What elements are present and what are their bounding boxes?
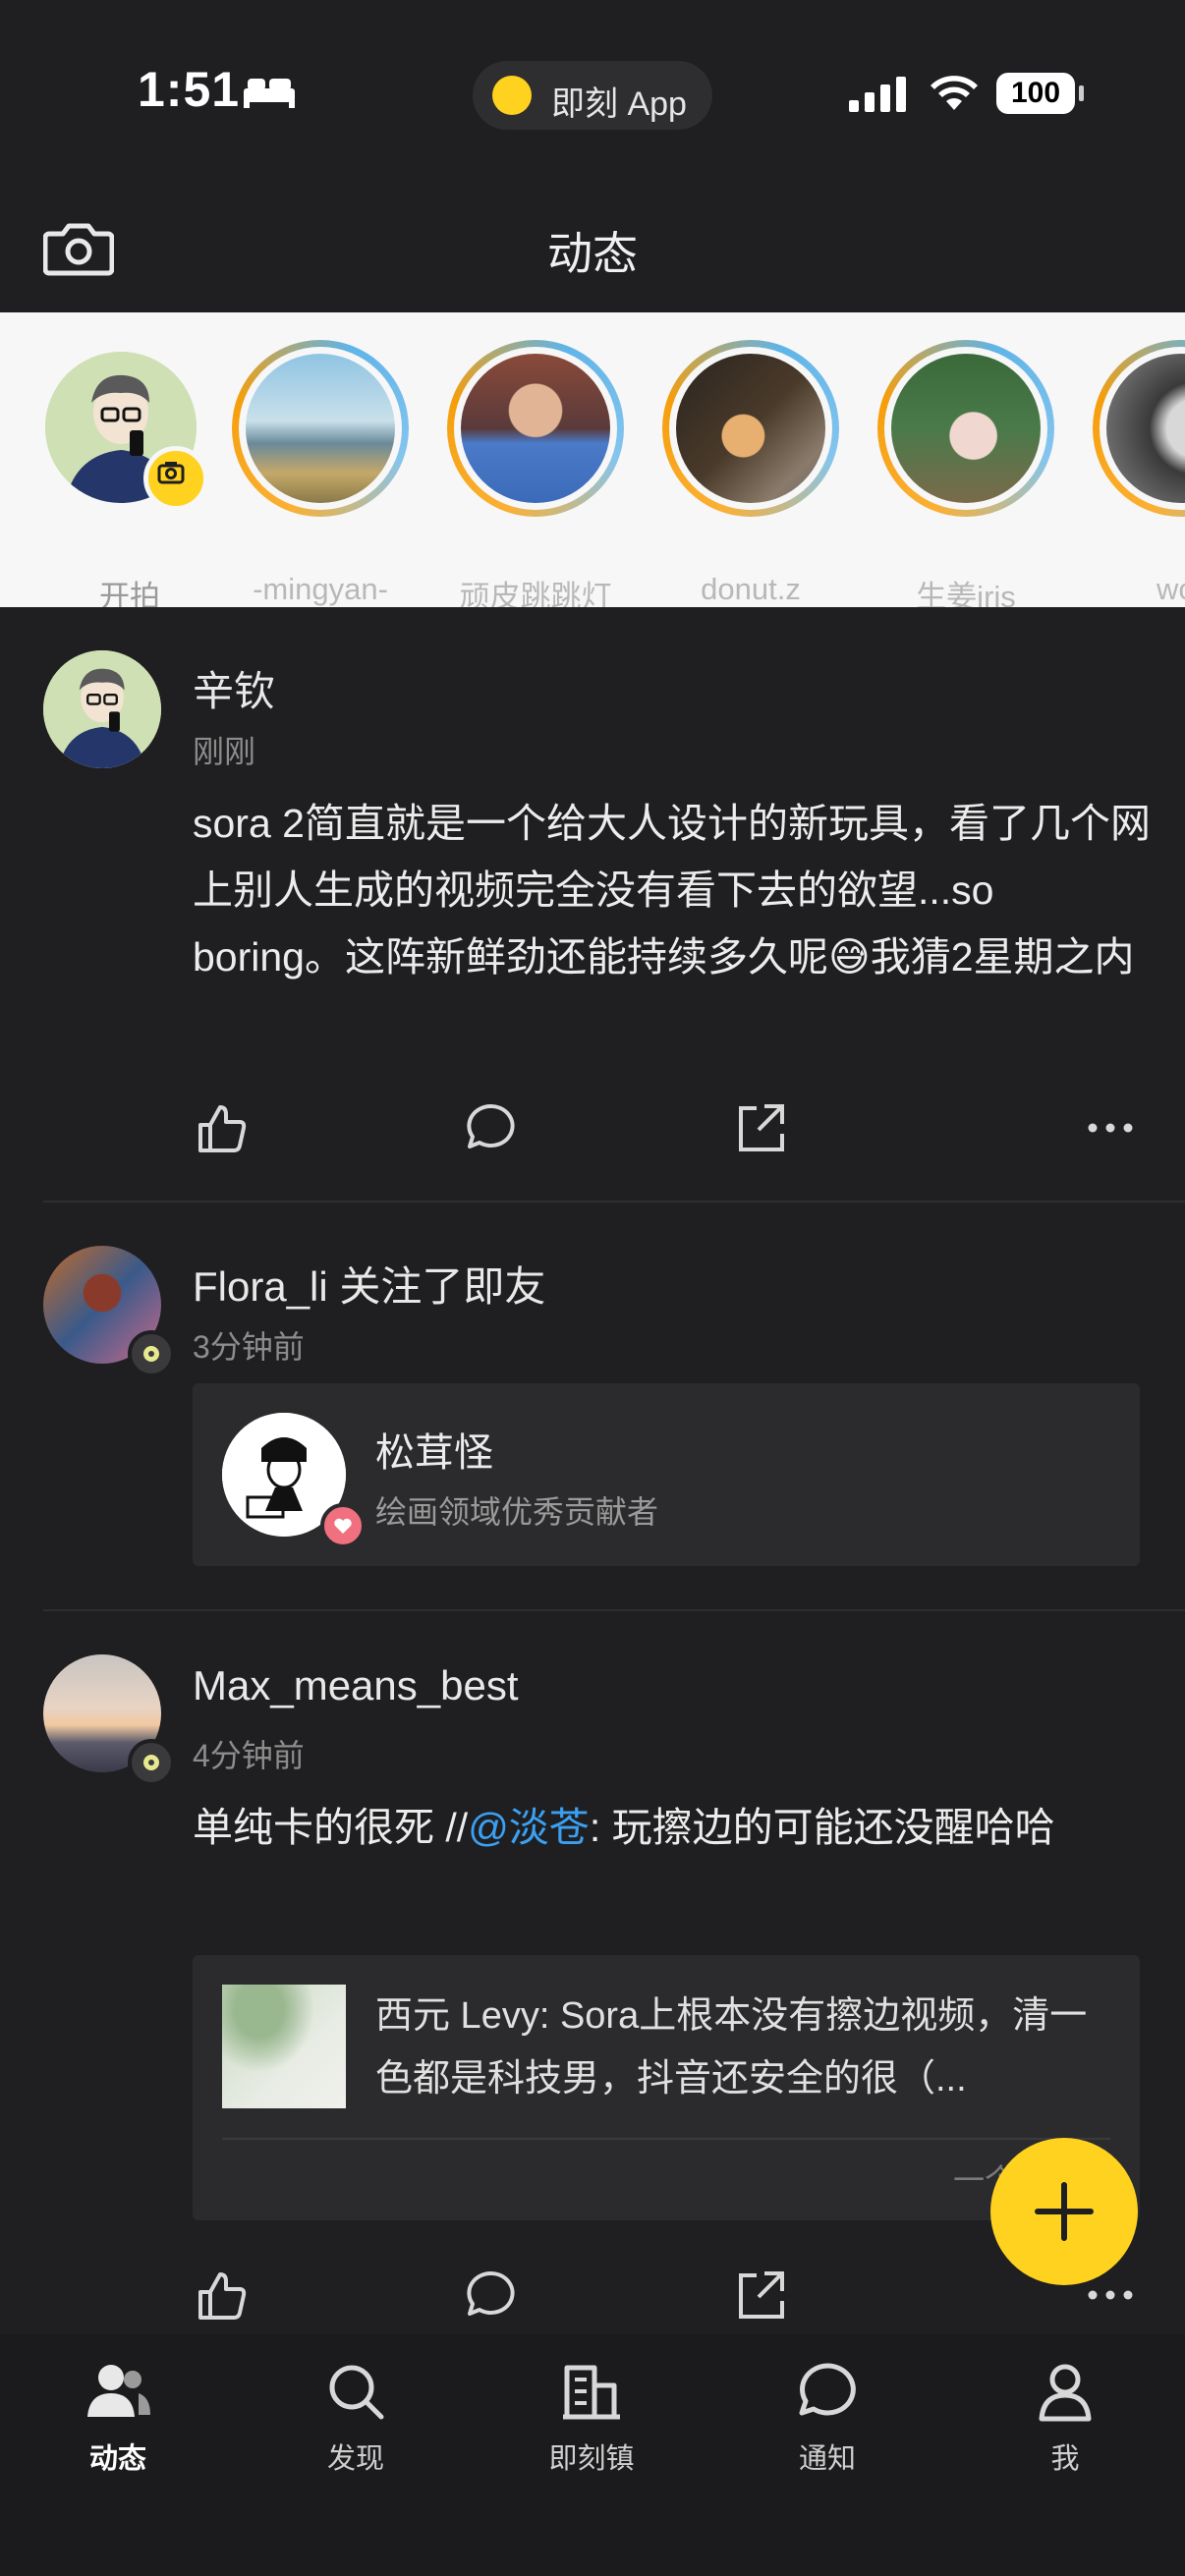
bottom-tab-bar: 动态 发现 即刻镇 通知 我 [0, 2334, 1185, 2576]
battery-level: 100 [1010, 77, 1061, 109]
story-name: 顽皮跳跳灯 [459, 580, 612, 607]
story-name: 生姜iris [916, 580, 1016, 607]
story-avatar [461, 354, 610, 503]
wifi-icon [931, 76, 978, 110]
card-divider [222, 2138, 1110, 2140]
people-icon [87, 2365, 150, 2417]
post-text: 单纯卡的很死 //@淡苍: 玩擦边的可能还没醒哈哈 [193, 1794, 1156, 1861]
story-name: donut.z [701, 572, 801, 606]
story-item[interactable]: 生姜iris [877, 340, 1054, 607]
story-item[interactable]: donut.z [662, 340, 839, 606]
followed-user-name: 松茸怪 [375, 1431, 493, 1475]
flower-badge-icon [128, 1330, 175, 1377]
story-avatar [891, 354, 1041, 503]
flower-badge-icon [128, 1739, 175, 1786]
like-icon[interactable] [193, 1098, 252, 1157]
story-name: -mingyan- [253, 572, 388, 606]
building-icon [563, 2365, 620, 2420]
mention-link[interactable]: @淡苍 [468, 1805, 590, 1850]
page-title: 动态 [547, 228, 638, 279]
post-actions [193, 1098, 1136, 1157]
stories-bar: 开拍 -mingyan- 顽皮跳跳灯 donut.z 生姜iris wor [0, 312, 1185, 607]
story-avatar [1106, 354, 1185, 503]
repost-text: 西元 Levy: Sora上根本没有擦边视频，清一色都是科技男，抖音还安全的很（… [375, 1995, 1088, 2100]
comment-icon[interactable] [462, 1098, 521, 1157]
tab-label: 即刻镇 [548, 2443, 635, 2475]
followed-user-desc: 绘画领域优秀贡献者 [375, 1494, 659, 1530]
like-icon[interactable] [193, 2266, 252, 2324]
status-time: 1:51 [138, 62, 241, 117]
divider [43, 1201, 1185, 1203]
app-logo-icon [492, 76, 532, 115]
plus-icon [1035, 2182, 1094, 2241]
post-text: sora 2简直就是一个给大人设计的新玩具，看了几个网上别人生成的视频完全没有看… [193, 801, 1151, 980]
story-avatar [676, 354, 825, 503]
tab-town[interactable]: 即刻镇 [493, 2360, 690, 2477]
cellular-signal-icon [849, 77, 906, 112]
app-indicator-pill[interactable]: 即刻 App [473, 61, 712, 130]
story-name: 开拍 [99, 580, 160, 607]
chat-bubble-icon [799, 2363, 856, 2416]
post-time: 刚刚 [193, 734, 256, 769]
followed-user-card[interactable]: 松茸怪 绘画领域优秀贡献者 [193, 1383, 1140, 1566]
tab-label: 动态 [88, 2443, 146, 2475]
tab-label: 通知 [798, 2443, 856, 2475]
post-text-suffix: : 玩擦边的可能还没醒哈哈 [589, 1805, 1055, 1850]
post-author[interactable]: 辛钦 [193, 658, 275, 718]
story-item[interactable]: -mingyan- [232, 340, 409, 606]
tab-label: 发现 [326, 2443, 384, 2475]
post-author[interactable]: Flora_li 关注了即友 [193, 1254, 545, 1314]
divider [43, 1609, 1185, 1611]
camera-badge-icon [143, 446, 208, 511]
story-item[interactable]: 顽皮跳跳灯 [447, 340, 624, 607]
battery-icon: 100 [996, 73, 1084, 114]
post-time: 4分钟前 [193, 1738, 305, 1773]
heart-badge-icon [320, 1503, 366, 1548]
status-bar: 1:51 即刻 App 100 [0, 0, 1185, 187]
person-icon [1039, 2364, 1092, 2422]
story-avatar [246, 354, 395, 503]
tab-discover[interactable]: 发现 [257, 2360, 454, 2477]
tab-feed[interactable]: 动态 [20, 2360, 216, 2477]
tab-me[interactable]: 我 [967, 2360, 1163, 2477]
search-icon [329, 2365, 384, 2420]
post-text-prefix: 单纯卡的很死 // [193, 1805, 469, 1850]
post-author[interactable]: Max_means_best [193, 1662, 519, 1709]
new-post-button[interactable] [990, 2138, 1138, 2285]
share-icon[interactable] [731, 1098, 790, 1157]
repost-thumbnail [222, 1985, 346, 2108]
story-name: wor [1157, 572, 1185, 606]
post-time: 3分钟前 [193, 1329, 305, 1365]
tab-label: 我 [1050, 2443, 1080, 2475]
story-item[interactable]: wor [1093, 340, 1185, 606]
more-icon[interactable] [1081, 1098, 1140, 1157]
story-self[interactable]: 开拍 [41, 340, 218, 607]
tab-notifications[interactable]: 通知 [729, 2360, 926, 2477]
user-avatar[interactable] [43, 650, 161, 768]
app-name: 即刻 App [551, 85, 687, 123]
share-icon[interactable] [731, 2266, 790, 2324]
comment-icon[interactable] [462, 2266, 521, 2324]
sleep-focus-icon [244, 79, 295, 108]
